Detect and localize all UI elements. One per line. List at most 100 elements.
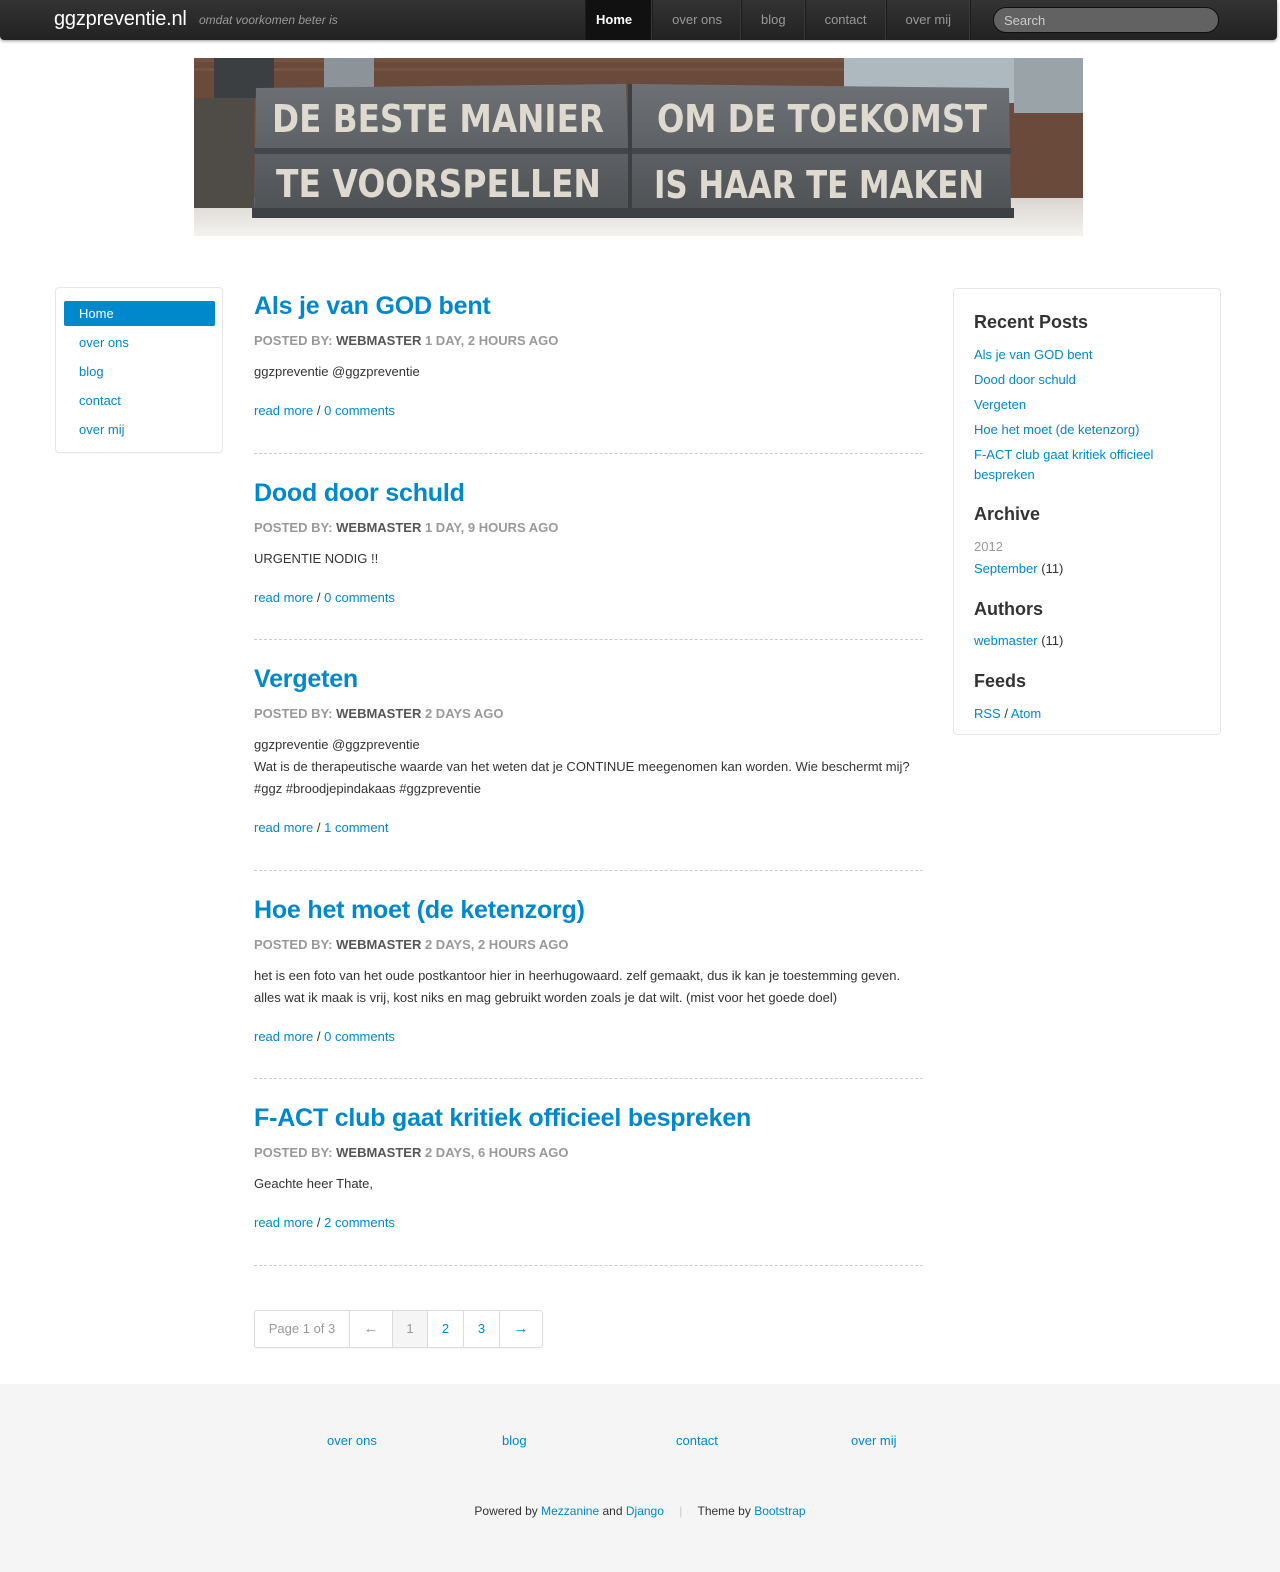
- brand-link[interactable]: ggzpreventie.nl: [54, 8, 187, 31]
- post-excerpt-line: alles wat ik maak is vrij, kost niks en …: [254, 990, 838, 1005]
- footer-link-blog[interactable]: blog: [502, 1433, 527, 1448]
- post-age: 2 DAYS AGO: [424, 706, 504, 721]
- meta-label: POSTED BY:: [254, 937, 333, 952]
- post-title-link[interactable]: F-ACT club gaat kritiek officieel bespre…: [254, 1104, 751, 1132]
- pagination-next-arrow-icon[interactable]: →: [500, 1311, 542, 1347]
- post-age: 2 DAYS, 6 HOURS AGO: [424, 1145, 569, 1160]
- meta-label: POSTED BY:: [254, 1145, 333, 1160]
- post-links: read more / 1 comment: [254, 820, 388, 835]
- nav-item-contact[interactable]: contact: [806, 0, 887, 40]
- pagination-page-2[interactable]: 2: [428, 1311, 464, 1347]
- pagination-page-1: 1: [393, 1311, 428, 1347]
- post-divider: [254, 1265, 923, 1266]
- nav-item-over-ons[interactable]: over ons: [653, 0, 742, 40]
- post-excerpt: ggzpreventie @ggzpreventie: [254, 364, 420, 379]
- footer-credits: Powered by Mezzanine and Django | Theme …: [0, 1504, 1280, 1518]
- comments-link[interactable]: 1 comment: [324, 820, 388, 835]
- footer-link-over-mij[interactable]: over mij: [851, 1433, 897, 1448]
- author-link[interactable]: webmaster: [974, 633, 1038, 648]
- header-banner-image: DE BESTE MANIER OM DE TOEKOMST TE VOORSP…: [194, 58, 1083, 236]
- powered-by-label: Powered by: [474, 1504, 538, 1518]
- archive-count: (11): [1041, 561, 1064, 576]
- footer-link-contact[interactable]: contact: [676, 1433, 718, 1448]
- authors-heading: Authors: [974, 599, 1043, 619]
- meta-label: POSTED BY:: [254, 333, 333, 348]
- blog-post: Als je van GOD bent POSTED BY: WEBMASTER…: [254, 291, 923, 418]
- read-more-link[interactable]: read more: [254, 403, 313, 418]
- post-author: WEBMASTER: [336, 520, 422, 535]
- bootstrap-link[interactable]: Bootstrap: [754, 1504, 805, 1518]
- leftnav-item-over-mij[interactable]: over mij: [64, 417, 215, 442]
- nav-item-over-mij[interactable]: over mij: [887, 0, 972, 40]
- post-excerpt-line: het is een foto van het oude postkantoor…: [254, 968, 901, 983]
- read-more-link[interactable]: read more: [254, 1029, 313, 1044]
- post-title-link[interactable]: Hoe het moet (de ketenzorg): [254, 896, 585, 924]
- meta-label: POSTED BY:: [254, 706, 333, 721]
- leftnav-item-home[interactable]: Home: [64, 301, 215, 326]
- post-title-link[interactable]: Als je van GOD bent: [254, 292, 491, 320]
- comments-link[interactable]: 0 comments: [324, 590, 395, 605]
- credits-divider: |: [679, 1504, 683, 1518]
- post-author: WEBMASTER: [336, 1145, 422, 1160]
- post-divider: [254, 1078, 923, 1079]
- recent-post-link[interactable]: Hoe het moet (de ketenzorg): [974, 420, 1204, 440]
- banner-text-2: OM DE TOEKOMST: [657, 97, 987, 141]
- footer-link-over-ons[interactable]: over ons: [327, 1433, 377, 1448]
- post-excerpt-line: ggzpreventie @ggzpreventie: [254, 737, 420, 752]
- feeds-heading: Feeds: [974, 671, 1027, 691]
- comments-link[interactable]: 2 comments: [324, 1215, 395, 1230]
- post-age: 2 DAYS, 2 HOURS AGO: [424, 937, 569, 952]
- post-author: WEBMASTER: [336, 333, 422, 348]
- post-meta: POSTED BY: WEBMASTER 2 DAYS, 6 HOURS AGO: [254, 1145, 569, 1160]
- link-separator: /: [316, 1029, 321, 1044]
- author-count: (11): [1041, 633, 1064, 648]
- feed-separator: /: [1004, 706, 1008, 721]
- recent-post-link[interactable]: Als je van GOD bent: [974, 345, 1204, 365]
- mezzanine-link[interactable]: Mezzanine: [541, 1504, 599, 1518]
- post-meta: POSTED BY: WEBMASTER 2 DAYS AGO: [254, 706, 503, 721]
- post-excerpt-line: #ggz #broodjepindakaas #ggzpreventie: [254, 781, 481, 796]
- post-title-link[interactable]: Vergeten: [254, 665, 358, 693]
- top-navbar: ggzpreventie.nl omdat voorkomen beter is…: [0, 0, 1277, 40]
- post-links: read more / 2 comments: [254, 1215, 395, 1230]
- leftnav-item-blog[interactable]: blog: [64, 359, 215, 384]
- theme-by-label: Theme by: [697, 1504, 751, 1518]
- read-more-link[interactable]: read more: [254, 1215, 313, 1230]
- archive-heading: Archive: [974, 504, 1041, 524]
- archive-year: 2012: [974, 539, 1003, 554]
- rss-link[interactable]: RSS: [974, 706, 1001, 721]
- post-author: WEBMASTER: [336, 706, 422, 721]
- nav-item-home[interactable]: Home: [586, 0, 654, 40]
- archive-month-link[interactable]: September: [974, 561, 1038, 576]
- recent-post-link[interactable]: Dood door schuld: [974, 370, 1204, 390]
- recent-post-link[interactable]: Vergeten: [974, 395, 1204, 415]
- read-more-link[interactable]: read more: [254, 820, 313, 835]
- read-more-link[interactable]: read more: [254, 590, 313, 605]
- banner-text-1: DE BESTE MANIER: [272, 97, 604, 141]
- blog-post: Vergeten POSTED BY: WEBMASTER 2 DAYS AGO…: [254, 664, 923, 835]
- post-divider: [254, 870, 923, 871]
- blog-post: Hoe het moet (de ketenzorg) POSTED BY: W…: [254, 895, 923, 1044]
- meta-label: POSTED BY:: [254, 520, 333, 535]
- pagination-prev-arrow-icon: ←: [350, 1311, 393, 1347]
- leftnav-item-over-ons[interactable]: over ons: [64, 330, 215, 355]
- link-separator: /: [316, 820, 321, 835]
- post-links: read more / 0 comments: [254, 590, 395, 605]
- post-meta: POSTED BY: WEBMASTER 1 DAY, 2 HOURS AGO: [254, 333, 558, 348]
- recent-post-link[interactable]: F-ACT club gaat kritiek officieel bespre…: [974, 445, 1174, 485]
- atom-link[interactable]: Atom: [1011, 706, 1041, 721]
- pagination-info: Page 1 of 3: [255, 1311, 350, 1347]
- pagination-page-3[interactable]: 3: [464, 1311, 500, 1347]
- link-separator: /: [316, 1215, 321, 1230]
- search-input[interactable]: [993, 7, 1219, 33]
- nav-item-blog[interactable]: blog: [742, 0, 806, 40]
- post-title-link[interactable]: Dood door schuld: [254, 479, 465, 507]
- leftnav-item-contact[interactable]: contact: [64, 388, 215, 413]
- comments-link[interactable]: 0 comments: [324, 1029, 395, 1044]
- django-link[interactable]: Django: [626, 1504, 664, 1518]
- left-sidebar-nav: Home over ons blog contact over mij: [55, 287, 223, 453]
- post-meta: POSTED BY: WEBMASTER 1 DAY, 9 HOURS AGO: [254, 520, 558, 535]
- banner-photo: DE BESTE MANIER OM DE TOEKOMST TE VOORSP…: [194, 58, 1083, 236]
- comments-link[interactable]: 0 comments: [324, 403, 395, 418]
- feeds-row: RSS / Atom: [974, 704, 1204, 724]
